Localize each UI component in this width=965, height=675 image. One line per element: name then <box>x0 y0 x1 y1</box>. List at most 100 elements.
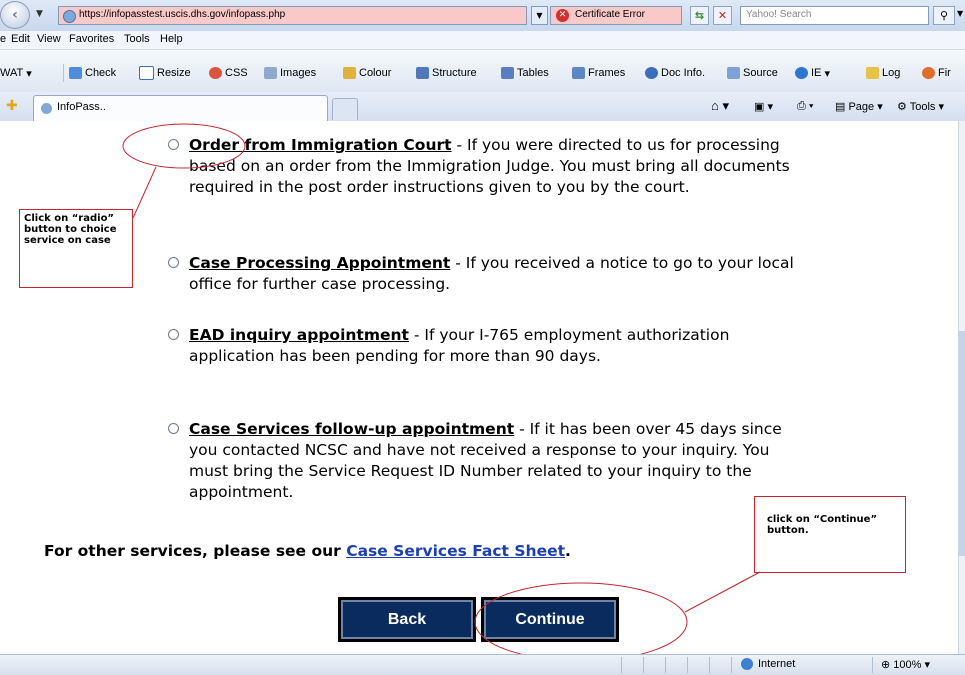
page-menu[interactable]: ▤ Page ▾ <box>835 100 883 113</box>
tools-menu-label: Tools <box>909 101 936 113</box>
resize-label: Resize <box>157 67 191 79</box>
check-icon <box>69 67 82 79</box>
status-divider <box>643 657 644 673</box>
option-title[interactable]: Case Services follow-up appointment <box>189 420 514 438</box>
case-services-fact-sheet-link[interactable]: Case Services Fact Sheet <box>346 542 565 560</box>
back-button[interactable]: Back <box>338 597 476 642</box>
resize-icon <box>139 66 154 80</box>
menu-help[interactable]: Help <box>160 33 183 45</box>
certificate-error-button[interactable]: ✕ Certificate Error <box>550 6 682 25</box>
structure-icon <box>416 67 429 79</box>
tab-page-icon <box>41 103 52 114</box>
option-title[interactable]: Order from Immigration Court <box>189 136 452 154</box>
ie-button[interactable]: IE ▾ <box>795 64 830 82</box>
radio-case-processing[interactable] <box>168 257 179 268</box>
firefox-button[interactable]: Fir <box>922 64 951 82</box>
radio-immigration-court[interactable] <box>168 139 179 150</box>
favorites-star-icon[interactable]: ✚ <box>6 98 18 114</box>
address-dropdown-icon[interactable]: ▼ <box>531 6 548 25</box>
firefox-label: Fir <box>938 67 951 79</box>
radio-case-services-followup[interactable] <box>168 423 179 434</box>
option-title[interactable]: Case Processing Appointment <box>189 254 450 272</box>
back-nav-icon[interactable]: ‹ <box>0 1 30 29</box>
search-options-icon[interactable]: ▼ <box>957 9 963 18</box>
doc-info-button[interactable]: Doc Info. <box>645 64 705 82</box>
structure-label: Structure <box>432 67 477 79</box>
images-button[interactable]: Images <box>264 64 316 82</box>
address-bar[interactable]: https://infopasstest.uscis.dhs.gov/infop… <box>58 6 527 25</box>
search-input[interactable]: Yahoo! Search <box>740 6 929 25</box>
colour-button[interactable]: Colour <box>343 64 391 82</box>
history-dropdown-icon[interactable]: ▼ <box>36 9 43 19</box>
other-services-text: For other services, please see our Case … <box>44 542 571 560</box>
search-icon[interactable]: ⚲ <box>933 6 955 25</box>
ie-label: IE <box>811 67 822 79</box>
tab-bar: ✚ InfoPass.. ⌂ ▾ ▣ ▾ ⎙ ▾ ▤ Page ▾ ⚙ Tool… <box>0 92 965 122</box>
stop-icon[interactable]: ✕ <box>713 6 732 25</box>
menu-tools[interactable]: Tools <box>124 33 150 45</box>
log-button[interactable]: Log <box>866 64 900 82</box>
check-label: Check <box>85 67 117 79</box>
log-icon <box>866 67 879 79</box>
info-icon <box>645 67 658 79</box>
menu-edit[interactable]: Edit <box>11 33 30 45</box>
tab-infopass[interactable]: InfoPass.. <box>33 95 328 121</box>
address-url[interactable]: https://infopasstest.uscis.dhs.gov/infop… <box>79 9 285 20</box>
toolbar-divider <box>63 64 64 82</box>
status-divider <box>731 657 732 673</box>
status-divider <box>872 657 873 673</box>
option-title[interactable]: EAD inquiry appointment <box>189 326 409 344</box>
resize-button[interactable]: Resize <box>139 64 191 82</box>
source-label: Source <box>743 67 778 79</box>
frames-button[interactable]: Frames <box>572 64 625 82</box>
continue-annotation-callout: click on “Continue” button. <box>754 496 906 573</box>
radio-annotation-callout: Click on “radio” button to choice servic… <box>19 209 133 288</box>
tables-button[interactable]: Tables <box>501 64 549 82</box>
feeds-icon[interactable]: ▣ ▾ <box>754 100 773 113</box>
menu-view[interactable]: View <box>37 33 61 45</box>
radio-ead-inquiry[interactable] <box>168 329 179 340</box>
tables-icon <box>501 67 514 79</box>
css-icon <box>209 67 222 79</box>
scrollbar-thumb[interactable] <box>959 331 965 556</box>
status-bar: Internet ⊕ 100% ▾ <box>0 654 965 675</box>
security-zone-label: Internet <box>758 658 796 670</box>
css-button[interactable]: CSS <box>209 64 248 82</box>
wat-menu-button[interactable]: WAT ▾ <box>0 64 32 82</box>
continue-button[interactable]: Continue <box>481 597 619 642</box>
colour-label: Colour <box>359 67 392 79</box>
print-icon[interactable]: ⎙ ▾ <box>797 100 813 113</box>
address-row: ‹ ▼ https://infopasstest.uscis.dhs.gov/i… <box>0 0 965 31</box>
refresh-icon[interactable]: ⇆ <box>690 6 709 25</box>
zoom-control[interactable]: ⊕ 100% ▾ <box>881 658 930 671</box>
check-button[interactable]: Check <box>69 64 116 82</box>
colour-icon <box>343 67 356 79</box>
frames-icon <box>572 67 585 79</box>
new-tab-button[interactable] <box>332 98 358 120</box>
page-icon <box>63 10 76 23</box>
menu-bar: e Edit View Favorites Tools Help <box>0 31 965 50</box>
menu-favorites[interactable]: Favorites <box>69 33 114 45</box>
other-services-prefix: For other services, please see our <box>44 542 347 560</box>
status-divider <box>621 657 622 673</box>
certificate-error-icon: ✕ <box>556 9 569 22</box>
ie-icon <box>795 67 808 79</box>
frames-label: Frames <box>588 67 626 79</box>
wat-toolbar: WAT ▾ Check Resize CSS Images Colour Str… <box>0 50 965 93</box>
search-placeholder: Yahoo! Search <box>746 9 812 20</box>
firefox-icon <box>922 67 935 79</box>
status-divider <box>687 657 688 673</box>
certificate-error-label: Certificate Error <box>575 9 646 20</box>
structure-button[interactable]: Structure <box>416 64 477 82</box>
other-services-suffix: . <box>565 542 571 560</box>
zoom-level: 100% <box>893 659 922 671</box>
globe-icon <box>741 658 753 670</box>
home-icon[interactable]: ⌂ ▾ <box>711 98 729 114</box>
source-button[interactable]: Source <box>727 64 778 82</box>
vertical-scrollbar[interactable] <box>958 121 965 654</box>
doc-info-label: Doc Info. <box>661 67 706 79</box>
menu-file[interactable]: e <box>0 33 6 45</box>
security-zone[interactable]: Internet <box>741 658 795 670</box>
source-icon <box>727 67 740 79</box>
tools-menu[interactable]: ⚙ Tools ▾ <box>897 100 944 113</box>
